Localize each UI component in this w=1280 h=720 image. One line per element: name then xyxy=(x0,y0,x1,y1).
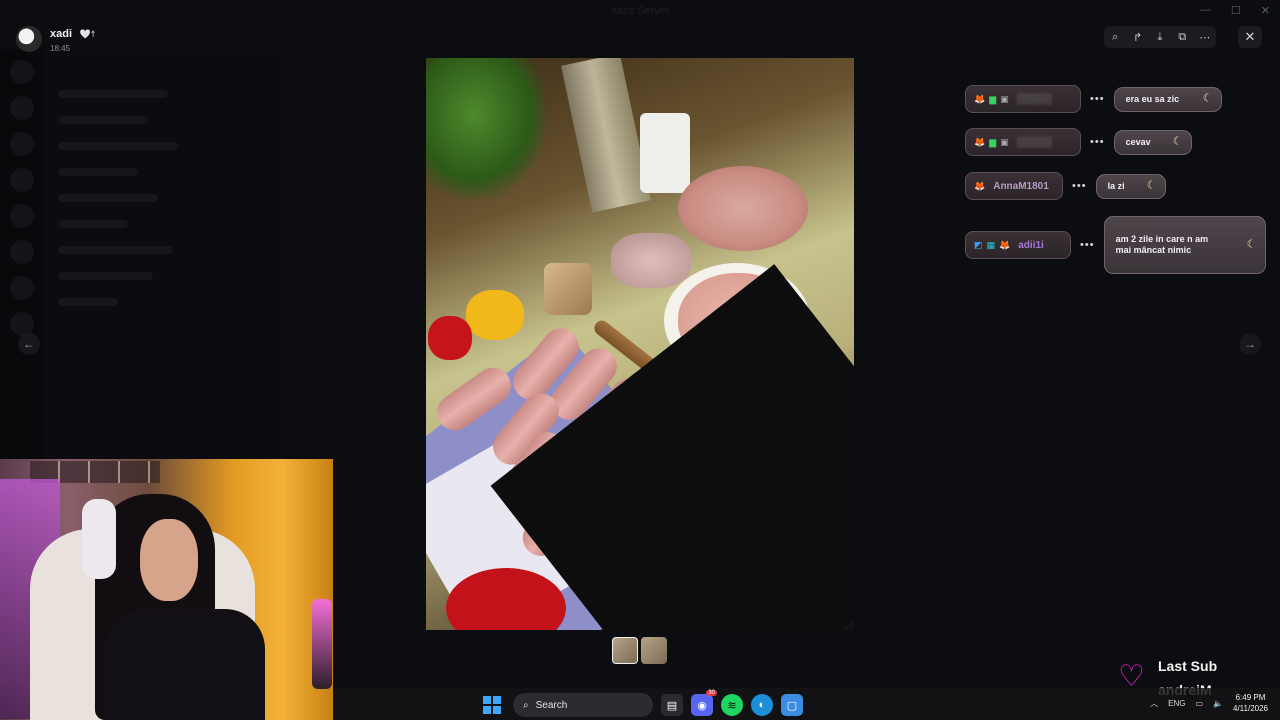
server-rail xyxy=(0,50,44,460)
task-view-icon[interactable]: ▤ xyxy=(661,694,683,716)
chat-message: 🦊 ▆ ▣ ▒▒▒▒▒ ••• era eu sa zic ☾ xyxy=(965,85,1222,113)
chat-text: am 2 zile in care n am mai mâncat nimic xyxy=(1115,234,1209,255)
volume-icon[interactable]: 🔈 xyxy=(1213,699,1223,708)
fox-icon: 🦊 xyxy=(974,93,986,104)
open-external-icon[interactable]: ⧉ xyxy=(1173,31,1191,44)
thumbnail-strip xyxy=(612,637,667,664)
taskbar-search[interactable]: ⌕ Search xyxy=(513,693,653,717)
windows-start-icon[interactable] xyxy=(483,696,501,714)
thumbnail[interactable] xyxy=(641,637,667,664)
chat-username-pill: ◩ ▦ 🦊 adii1i xyxy=(965,231,1071,259)
chat-username: adii1i xyxy=(1018,239,1044,251)
separator-dots: ••• xyxy=(1072,180,1087,192)
image-uploader-header: xadi 🤍☨ 18:45 xyxy=(16,24,96,53)
badge-icon: ▆ xyxy=(989,136,997,147)
chat-username-blurred: ▒▒▒▒▒ xyxy=(1016,93,1053,105)
badge-icon: ▣ xyxy=(1000,136,1009,147)
chat-username-pill: 🦊 ▆ ▣ ▒▒▒▒▒ xyxy=(965,85,1081,113)
uploader-badges: 🤍☨ xyxy=(79,29,96,39)
separator-dots: ••• xyxy=(1080,239,1095,251)
webcam-feed xyxy=(0,459,333,720)
chat-username-pill: 🦊 AnnaM1801 xyxy=(965,172,1063,200)
spotify-icon[interactable]: ≋ xyxy=(721,694,743,716)
moon-icon: ☾ xyxy=(1172,135,1183,148)
channel-list xyxy=(44,50,280,460)
chat-message: 🦊 ▆ ▣ ▒▒▒▒▒ ••• cevav ☾ xyxy=(965,128,1192,156)
stream-screen: Yass Server — ☐ ✕ xadi 🤍☨ 18:45 ⌕ ↱ ⤓ ⧉ … xyxy=(0,0,1280,720)
moon-icon: ☾ xyxy=(1146,179,1157,192)
badge-icon: ▣ xyxy=(1000,93,1009,104)
system-tray: ︿ ENG ▭ 🔈 6:49 PM 4/11/2026 xyxy=(1150,692,1268,714)
window-close-button[interactable]: ✕ xyxy=(1261,4,1270,17)
separator-dots: ••• xyxy=(1090,93,1105,105)
chat-bubble: la zi ☾ xyxy=(1095,173,1166,199)
clock-date: 4/11/2026 xyxy=(1233,704,1268,713)
chat-bubble: era eu sa zic ☾ xyxy=(1113,86,1222,112)
clock-time: 6:49 PM xyxy=(1235,693,1266,702)
chat-message: ◩ ▦ 🦊 adii1i ••• am 2 zile in care n am … xyxy=(965,216,1266,274)
previous-image-button[interactable]: ← xyxy=(18,333,40,355)
edge-icon[interactable]: ◐ xyxy=(751,694,773,716)
badge-icon: ▆ xyxy=(989,93,997,104)
avatar[interactable] xyxy=(16,25,42,52)
store-icon[interactable]: ▢ xyxy=(781,694,803,716)
separator-dots: ••• xyxy=(1090,136,1105,148)
maximize-button[interactable]: ☐ xyxy=(1231,4,1241,17)
fox-icon: 🦊 xyxy=(974,180,986,191)
more-icon[interactable]: ⋯ xyxy=(1196,31,1214,44)
moon-icon: ☾ xyxy=(1202,92,1213,105)
moon-icon: ☾ xyxy=(1246,238,1257,251)
last-sub-title: Last Sub xyxy=(1158,658,1218,674)
search-icon: ⌕ xyxy=(523,699,529,711)
zoom-icon[interactable]: ⌕ xyxy=(1106,31,1124,44)
fox-icon: 🦊 xyxy=(974,136,986,147)
badge-icon: ▦ xyxy=(986,239,996,250)
forward-icon[interactable]: ↱ xyxy=(1129,31,1147,44)
next-image-button[interactable]: → xyxy=(1239,333,1261,355)
fox-icon: 🦊 xyxy=(999,239,1011,250)
language-indicator[interactable]: ENG xyxy=(1168,699,1185,708)
taskbar-clock[interactable]: 6:49 PM 4/11/2026 xyxy=(1233,692,1268,714)
chat-username-blurred: ▒▒▒▒▒ xyxy=(1016,136,1053,148)
download-icon[interactable]: ⤓ xyxy=(1151,31,1169,44)
minimize-button[interactable]: — xyxy=(1200,4,1211,17)
badge-icon: ◩ xyxy=(974,239,983,250)
discord-icon[interactable]: ◉ 30 xyxy=(691,690,717,716)
close-viewer-button[interactable]: ✕ xyxy=(1238,26,1262,48)
notification-badge: 30 xyxy=(706,690,717,696)
chevron-up-icon[interactable]: ︿ xyxy=(1150,698,1158,709)
chat-bubble: am 2 zile in care n am mai mâncat nimic … xyxy=(1103,216,1266,274)
chat-message: 🦊 AnnaM1801 ••• la zi ☾ xyxy=(965,172,1166,200)
chat-username-pill: 🦊 ▆ ▣ ▒▒▒▒▒ xyxy=(965,128,1081,156)
window-title: Yass Server xyxy=(610,5,670,17)
thumbnail[interactable] xyxy=(612,637,638,664)
chat-text: era eu sa zic xyxy=(1125,93,1180,104)
chat-username: AnnaM1801 xyxy=(993,180,1049,192)
upload-time: 18:45 xyxy=(50,44,71,53)
image-viewer-toolbar: ⌕ ↱ ⤓ ⧉ ⋯ xyxy=(1104,26,1216,48)
uploader-name[interactable]: xadi xyxy=(50,28,72,40)
chat-text: cevav xyxy=(1125,136,1151,147)
search-placeholder: Search xyxy=(535,699,568,711)
window-controls: — ☐ ✕ xyxy=(1200,4,1270,17)
chat-bubble: cevav ☾ xyxy=(1113,129,1192,155)
taskbar: ⌕ Search ▤ ◉ 30 ≋ ◐ ▢ ︿ ENG ▭ 🔈 6:49 PM … xyxy=(333,688,1280,720)
viewed-photo[interactable] xyxy=(426,58,854,630)
network-icon[interactable]: ▭ xyxy=(1195,699,1203,708)
chat-text: la zi xyxy=(1107,180,1125,191)
